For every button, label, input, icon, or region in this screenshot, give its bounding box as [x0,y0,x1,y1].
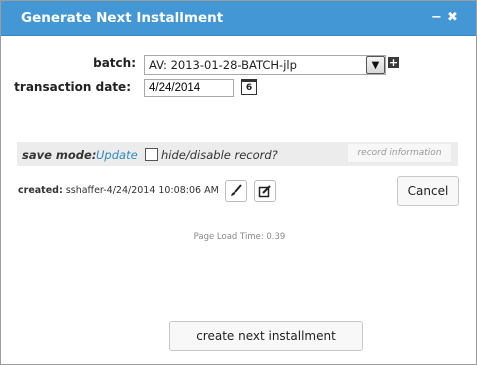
minimize-icon[interactable]: − [431,10,442,26]
created-value: sshaffer-4/24/2014 10:08:06 AM [65,185,219,196]
transaction-date-input[interactable] [144,79,234,97]
title-bar[interactable]: Generate Next Installment − ✖ [1,1,476,36]
transaction-date-label: transaction date: [14,80,131,94]
dialog-title: Generate Next Installment [21,10,224,26]
hide-disable-label: hide/disable record? [161,148,278,162]
hide-disable-checkbox[interactable] [145,148,158,161]
created-info: created: sshaffer-4/24/2014 10:08:06 AM [18,185,219,196]
save-mode-label: save mode: [22,148,97,162]
chevron-down-icon[interactable]: ▼ [366,56,385,74]
add-batch-icon[interactable]: + [388,57,399,68]
created-label: created: [18,185,63,196]
generate-installment-dialog: Generate Next Installment − ✖ batch: AV:… [0,0,477,365]
batch-select[interactable]: AV: 2013-01-28-BATCH-jlp ▼ [144,55,386,75]
record-information-button[interactable]: record information [348,144,451,162]
create-next-installment-button[interactable]: create next installment [169,321,363,351]
page-load-time: Page Load Time: 0.39 [193,232,286,242]
close-icon[interactable]: ✖ [447,10,458,26]
calendar-icon[interactable]: 6 [241,79,257,95]
save-mode-bar: save mode: Update hide/disable record? r… [17,142,458,166]
edit-icon[interactable] [254,180,276,202]
batch-selected-value: AV: 2013-01-28-BATCH-jlp [149,58,297,72]
batch-label: batch: [93,56,136,70]
save-mode-link[interactable]: Update [96,148,138,162]
cancel-button[interactable]: Cancel [397,176,459,206]
brush-icon[interactable] [225,180,247,202]
